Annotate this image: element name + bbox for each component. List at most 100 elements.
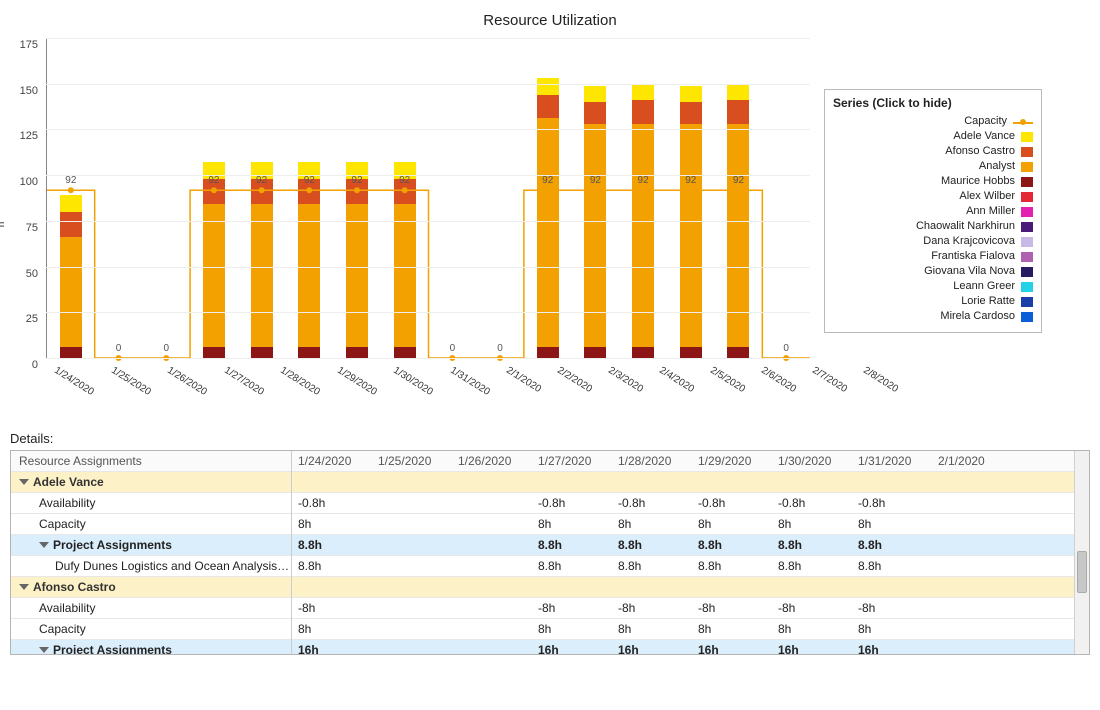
column-header[interactable]: 1/28/2020 — [612, 451, 692, 471]
capacity-label: 0 — [783, 343, 789, 354]
bar-segment[interactable] — [584, 102, 606, 124]
legend-item[interactable]: Chaowalit Narkhirun — [833, 219, 1033, 234]
bar-segment[interactable] — [346, 204, 368, 347]
legend-label: Maurice Hobbs — [941, 174, 1015, 189]
legend-item[interactable]: Adele Vance — [833, 129, 1033, 144]
expand-icon[interactable] — [39, 647, 49, 653]
grid-cell: 8.8h — [852, 556, 932, 576]
project-assignments-row[interactable]: Project Assignments — [11, 535, 291, 556]
bar-segment[interactable] — [203, 204, 225, 347]
bar-segment[interactable] — [727, 100, 749, 124]
legend-label: Giovana Vila Nova — [924, 264, 1015, 279]
bar-segment[interactable] — [727, 347, 749, 358]
legend-item[interactable]: Frantiska Fialova — [833, 249, 1033, 264]
legend-item[interactable]: Mirela Cardoso — [833, 309, 1033, 324]
bar-segment[interactable] — [60, 237, 82, 347]
bar[interactable] — [251, 162, 273, 358]
bar-segment[interactable] — [632, 124, 654, 347]
legend-item[interactable]: Analyst — [833, 159, 1033, 174]
grid-row: 8h8h8h8h8h8h — [292, 514, 1089, 535]
bar-segment[interactable] — [251, 204, 273, 347]
grid-cell: 8h — [772, 619, 852, 639]
legend-item[interactable]: Giovana Vila Nova — [833, 264, 1033, 279]
legend-item[interactable]: Dana Krajcovicova — [833, 234, 1033, 249]
bar-segment[interactable] — [537, 78, 559, 94]
bar-segment[interactable] — [584, 86, 606, 102]
details-grid[interactable]: Resource AssignmentsAdele VanceAvailabil… — [10, 450, 1090, 655]
bar-segment[interactable] — [537, 95, 559, 119]
bar-segment[interactable] — [60, 212, 82, 238]
bar[interactable] — [346, 162, 368, 358]
bar[interactable] — [298, 162, 320, 358]
column-header[interactable]: 1/30/2020 — [772, 451, 852, 471]
bar[interactable] — [537, 78, 559, 358]
bar-segment[interactable] — [680, 102, 702, 124]
x-tick: 2/3/2020 — [600, 359, 651, 409]
column-header[interactable]: 1/31/2020 — [852, 451, 932, 471]
x-tick: 2/2/2020 — [549, 359, 600, 409]
resource-group[interactable]: Adele Vance — [11, 472, 291, 493]
expand-icon[interactable] — [19, 479, 29, 485]
column-header[interactable]: 2/1/2020 — [932, 451, 1012, 471]
bar-segment[interactable] — [727, 84, 749, 100]
bar-segment[interactable] — [584, 347, 606, 358]
grid-cell: 8h — [532, 514, 612, 534]
column-header[interactable]: 1/24/2020 — [292, 451, 372, 471]
bar-segment[interactable] — [298, 347, 320, 358]
resource-group[interactable]: Afonso Castro — [11, 577, 291, 598]
bar[interactable] — [203, 162, 225, 358]
scrollbar-thumb[interactable] — [1077, 551, 1087, 593]
capacity-label: 92 — [399, 175, 410, 186]
expand-icon[interactable] — [39, 542, 49, 548]
bar-segment[interactable] — [680, 86, 702, 102]
bar-segment[interactable] — [203, 347, 225, 358]
x-tick: 2/8/2020 — [855, 359, 906, 409]
grid-cell — [372, 598, 452, 618]
bar-segment[interactable] — [298, 204, 320, 347]
bar-segment[interactable] — [680, 124, 702, 347]
bar-segment[interactable] — [537, 347, 559, 358]
x-tick: 2/1/2020 — [498, 359, 549, 409]
tree-row: Capacity — [11, 514, 291, 535]
legend-item[interactable]: Afonso Castro — [833, 144, 1033, 159]
capacity-label: 0 — [163, 343, 169, 354]
bar-segment[interactable] — [632, 100, 654, 124]
y-tick: 175 — [10, 39, 38, 51]
legend-label: Afonso Castro — [945, 144, 1015, 159]
legend-item[interactable]: Capacity — [833, 114, 1033, 129]
bar-segment[interactable] — [394, 347, 416, 358]
bar-segment[interactable] — [394, 204, 416, 347]
bar-segment[interactable] — [251, 347, 273, 358]
grid-cell: -8h — [692, 598, 772, 618]
chart-legend[interactable]: Series (Click to hide) CapacityAdele Van… — [824, 89, 1042, 333]
column-header[interactable]: 1/29/2020 — [692, 451, 772, 471]
bar[interactable] — [394, 162, 416, 358]
bar-segment[interactable] — [632, 347, 654, 358]
grid-row: -8h-8h-8h-8h-8h-8h — [292, 598, 1089, 619]
project-assignments-row[interactable]: Project Assignments — [11, 640, 291, 654]
bar-segment[interactable] — [584, 124, 606, 347]
grid-cell — [452, 619, 532, 639]
column-header[interactable]: 1/26/2020 — [452, 451, 532, 471]
bar-segment[interactable] — [346, 347, 368, 358]
bar-segment[interactable] — [632, 84, 654, 100]
grid-cell: 8h — [852, 619, 932, 639]
bar-segment[interactable] — [680, 347, 702, 358]
bar-segment[interactable] — [727, 124, 749, 347]
x-tick: 1/31/2020 — [442, 359, 499, 409]
y-tick: 125 — [10, 130, 38, 142]
bar-segment[interactable] — [60, 195, 82, 211]
expand-icon[interactable] — [19, 584, 29, 590]
vertical-scrollbar[interactable] — [1074, 451, 1089, 654]
legend-item[interactable]: Lorie Ratte — [833, 294, 1033, 309]
legend-item[interactable]: Alex Wilber — [833, 189, 1033, 204]
legend-swatch — [1021, 177, 1033, 187]
grid-row — [292, 472, 1089, 493]
legend-item[interactable]: Leann Greer — [833, 279, 1033, 294]
legend-item[interactable]: Maurice Hobbs — [833, 174, 1033, 189]
bar[interactable] — [60, 195, 82, 358]
column-header[interactable]: 1/25/2020 — [372, 451, 452, 471]
bar-segment[interactable] — [60, 347, 82, 358]
legend-item[interactable]: Ann Miller — [833, 204, 1033, 219]
column-header[interactable]: 1/27/2020 — [532, 451, 612, 471]
